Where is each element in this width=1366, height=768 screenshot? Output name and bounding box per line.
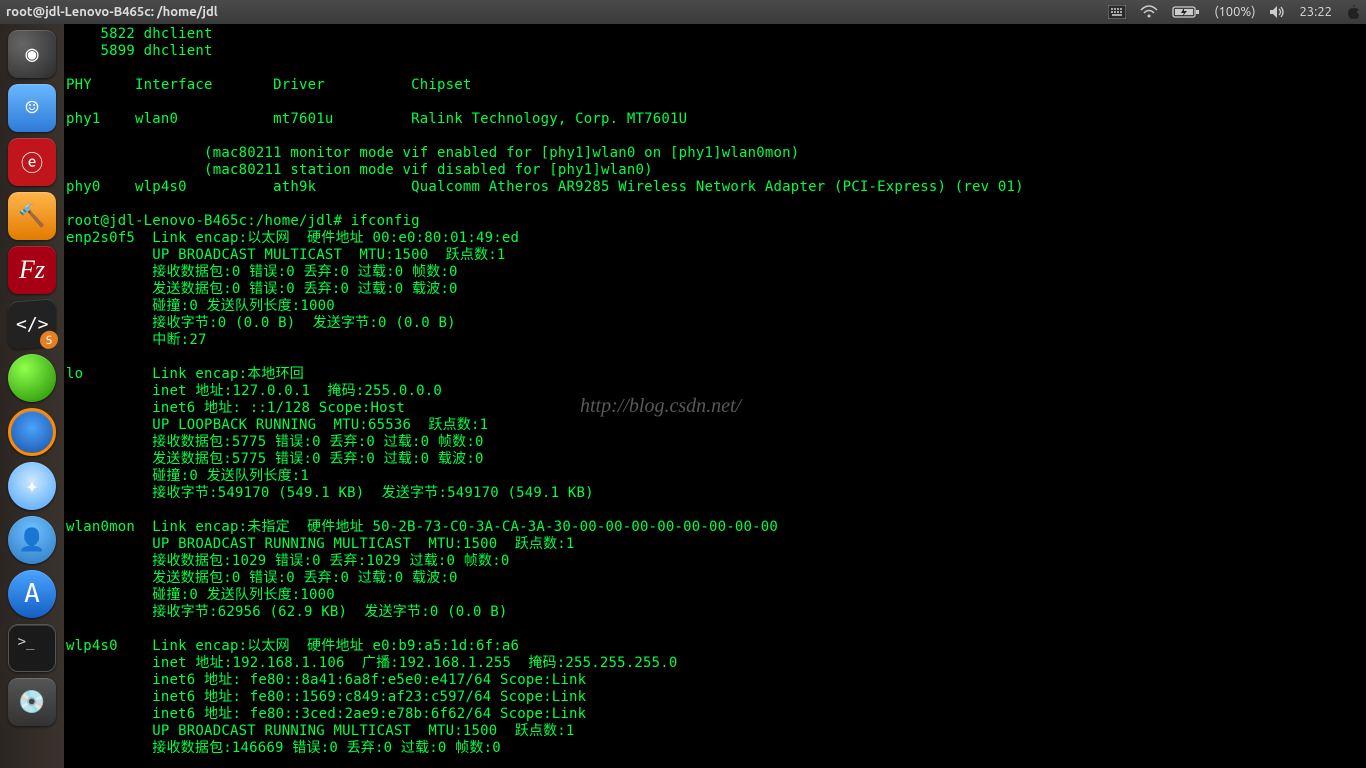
dock-code-icon[interactable]: </>S	[8, 298, 56, 349]
battery-percent: (100%)	[1214, 5, 1255, 19]
battery-icon[interactable]	[1172, 5, 1200, 19]
dock-disks-icon[interactable]: 💿	[8, 678, 56, 726]
dock-safari-icon[interactable]: ✦	[8, 462, 56, 510]
system-indicators: (100%) 23:22	[1108, 4, 1360, 20]
wifi-icon[interactable]	[1140, 5, 1158, 19]
launcher-dock: ◉ ☺ ⓔ 🔨 Fz </>S ✦ 👤 A >_ 💿	[0, 24, 64, 768]
dock-code-badge: S	[40, 330, 58, 349]
dock-filezilla-icon[interactable]: Fz	[8, 246, 56, 294]
menu-bar: root@jdl-Lenovo-B465c: /home/jdl (100%) …	[0, 0, 1366, 24]
dock-user-icon[interactable]: 👤	[8, 516, 56, 564]
terminal-window[interactable]: 5822 dhclient 5899 dhclient PHY Interfac…	[64, 24, 1366, 768]
volume-icon[interactable]	[1269, 5, 1285, 19]
dock-terminal-icon[interactable]: >_	[8, 624, 56, 672]
dock-ubuntu-icon[interactable]: ◉	[8, 30, 56, 78]
dock-finder-icon[interactable]: ☺	[8, 84, 56, 132]
dock-orb-icon[interactable]	[8, 354, 56, 402]
dock-netease-icon[interactable]: ⓔ	[8, 138, 56, 186]
keyboard-icon[interactable]	[1108, 5, 1126, 19]
dock-appstore-icon[interactable]: A	[8, 570, 56, 618]
clock[interactable]: 23:22	[1299, 5, 1332, 19]
dock-devtools-icon[interactable]: 🔨	[8, 192, 56, 240]
dock-firefox-icon[interactable]	[8, 408, 56, 456]
window-title: root@jdl-Lenovo-B465c: /home/jdl	[6, 5, 218, 19]
apple-icon[interactable]	[1346, 4, 1360, 20]
